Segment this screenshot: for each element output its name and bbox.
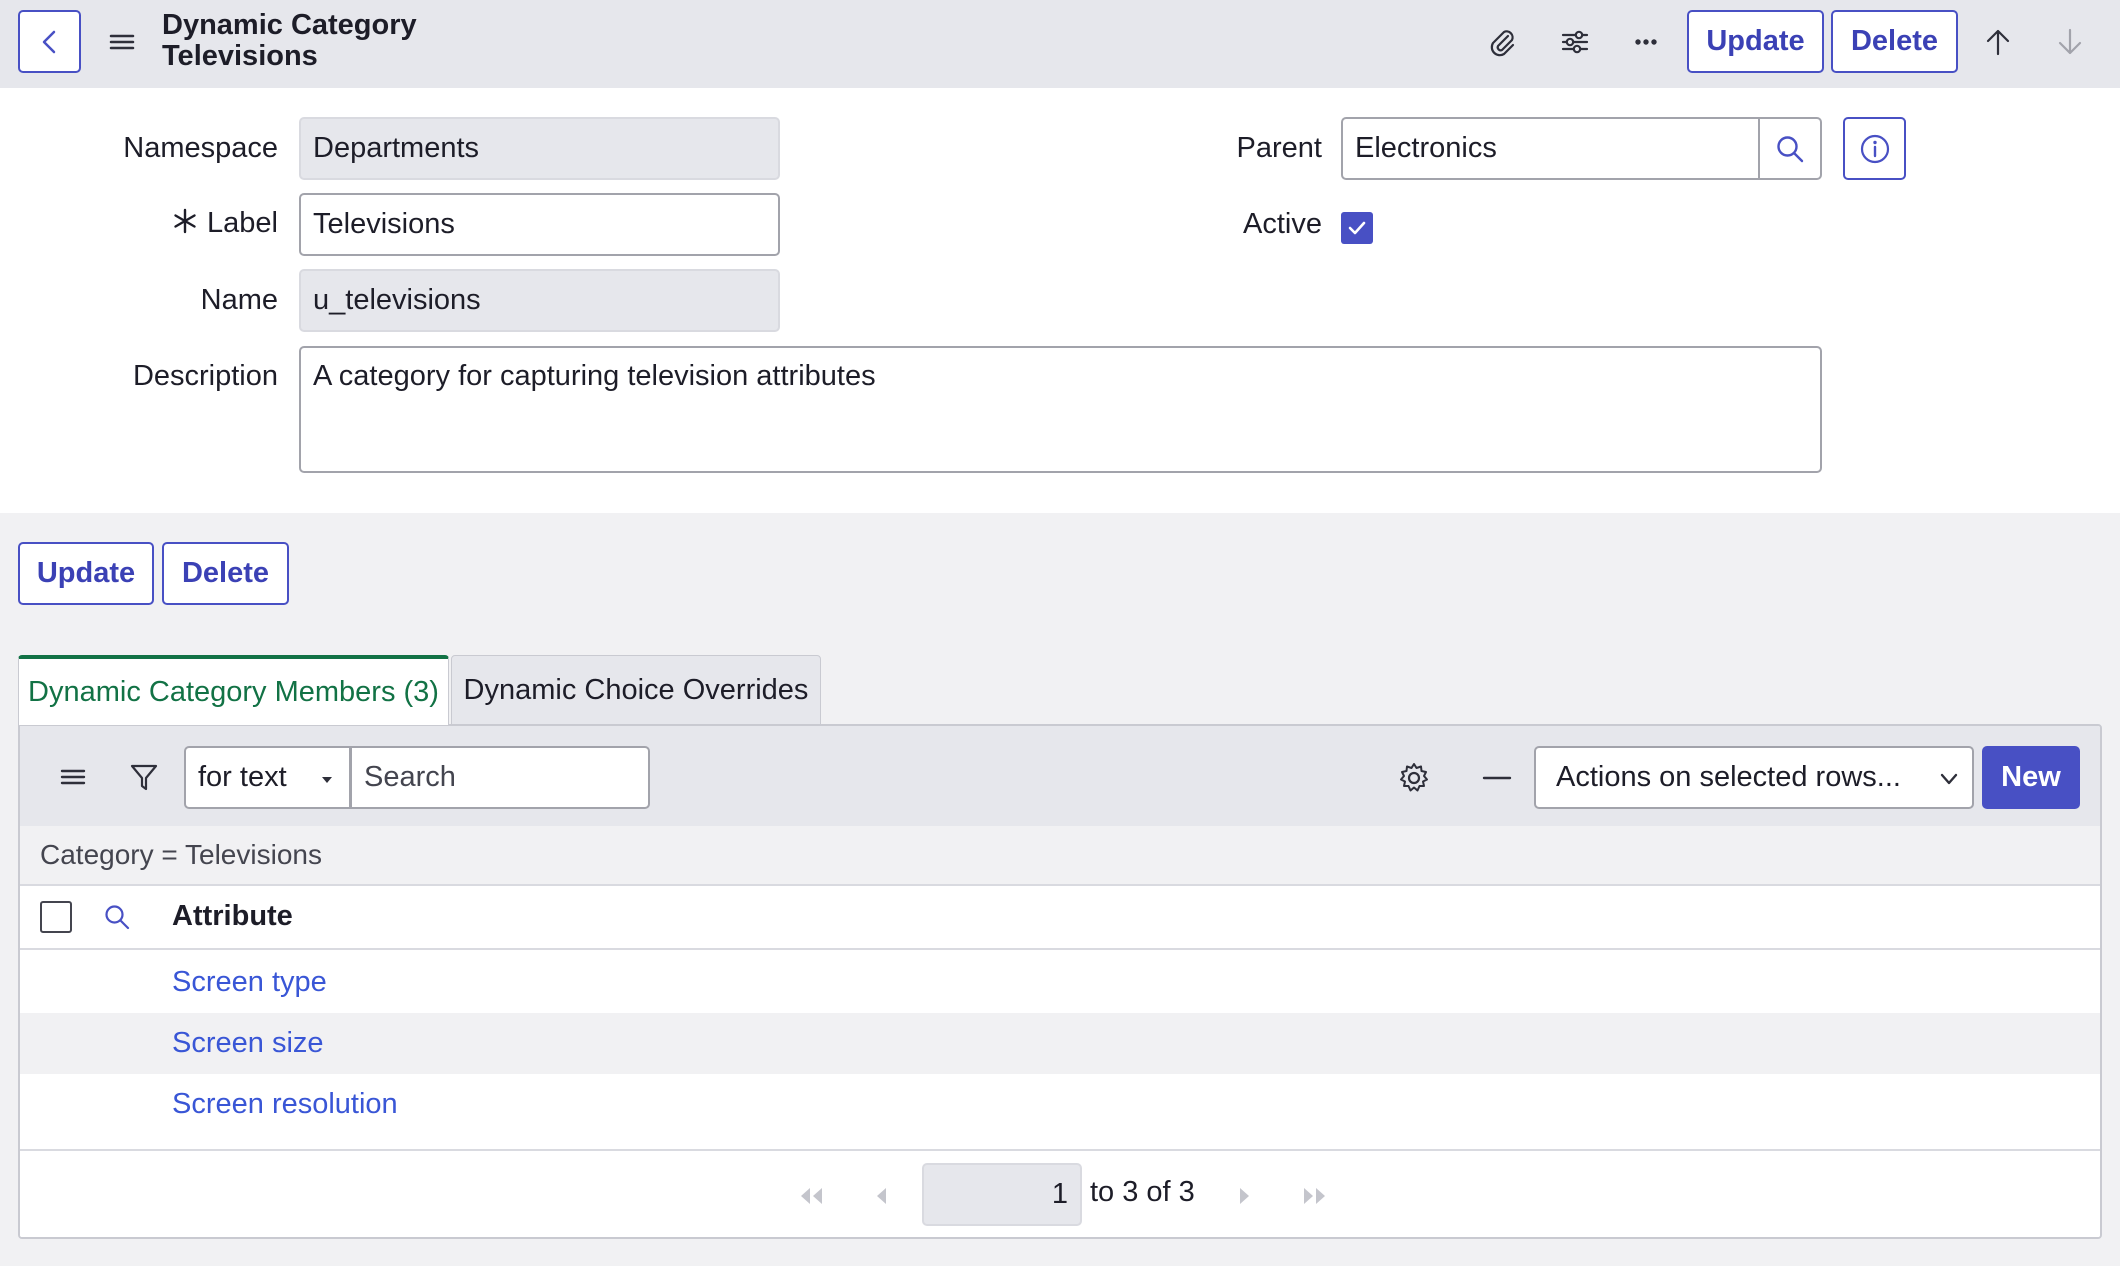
- filter-icon[interactable]: [128, 761, 160, 793]
- column-search-icon[interactable]: [103, 903, 131, 931]
- attribute-link[interactable]: Screen type: [172, 966, 327, 999]
- update-button[interactable]: Update: [18, 542, 154, 605]
- related-list-panel: for text Actions on selected rows... New: [18, 724, 2102, 1239]
- description-field[interactable]: A category for capturing television attr…: [299, 346, 1822, 473]
- arrow-down-icon[interactable]: [2048, 20, 2092, 64]
- next-page-icon[interactable]: [1234, 1184, 1254, 1208]
- description-label: Description: [132, 360, 278, 392]
- search-icon: [1777, 135, 1804, 162]
- checkmark-icon: [1348, 221, 1366, 235]
- attribute-column-header[interactable]: Attribute: [172, 900, 293, 933]
- gear-icon[interactable]: [1397, 761, 1431, 795]
- record-form: Namespace Departments Label Televisions …: [0, 88, 2120, 513]
- pagination-range: to 3 of 3: [1090, 1176, 1195, 1208]
- namespace-label: Namespace: [123, 132, 278, 164]
- list-menu-icon[interactable]: [58, 762, 88, 792]
- namespace-field: Departments: [299, 117, 780, 180]
- chevron-left-icon: [42, 30, 55, 53]
- previous-page-icon[interactable]: [872, 1184, 892, 1208]
- search-field-select-value: for text: [198, 761, 287, 793]
- new-button[interactable]: New: [1982, 746, 2080, 809]
- settings-sliders-icon[interactable]: [1553, 20, 1597, 64]
- form-header: Dynamic Category Televisions Update Dele…: [0, 0, 2120, 88]
- column-header-row: Attribute: [20, 886, 2100, 950]
- table-row: Screen size: [20, 1013, 2100, 1074]
- caret-down-icon: [322, 777, 332, 783]
- header-delete-button[interactable]: Delete: [1831, 10, 1958, 73]
- label-field[interactable]: Televisions: [299, 193, 780, 256]
- search-field-select[interactable]: for text: [184, 746, 351, 809]
- actions-select-value: Actions on selected rows...: [1556, 761, 1901, 793]
- actions-select[interactable]: Actions on selected rows...: [1534, 746, 1974, 809]
- label-label: Label: [207, 207, 278, 239]
- page-number-input[interactable]: 1: [922, 1163, 1082, 1226]
- delete-button[interactable]: Delete: [162, 542, 289, 605]
- table-row: Screen resolution: [20, 1074, 2100, 1135]
- tab-dynamic-category-members[interactable]: Dynamic Category Members (3): [18, 655, 449, 725]
- info-icon: [1860, 134, 1889, 163]
- more-options-icon[interactable]: [1624, 20, 1668, 64]
- back-button[interactable]: [18, 10, 81, 73]
- arrow-up-icon[interactable]: [1976, 20, 2020, 64]
- list-search-input[interactable]: [350, 746, 650, 809]
- pagination-bar: 1 to 3 of 3: [20, 1149, 2100, 1237]
- name-field: u_televisions: [299, 269, 780, 332]
- active-checkbox[interactable]: [1341, 212, 1373, 244]
- parent-label: Parent: [1236, 132, 1322, 164]
- title-line-table: Dynamic Category: [162, 9, 417, 41]
- required-marker-icon: [172, 208, 198, 234]
- attachment-icon[interactable]: [1480, 20, 1524, 64]
- select-all-checkbox[interactable]: [40, 901, 72, 933]
- attribute-link[interactable]: Screen size: [172, 1027, 324, 1060]
- chevron-down-icon: [1940, 773, 1958, 785]
- name-label: Name: [200, 284, 278, 316]
- table-row: Screen type: [20, 952, 2100, 1013]
- list-toolbar: for text Actions on selected rows... New: [20, 726, 2100, 826]
- parent-field[interactable]: Electronics: [1341, 117, 1760, 180]
- page-title: Dynamic Category Televisions: [162, 10, 417, 72]
- tab-dynamic-choice-overrides[interactable]: Dynamic Choice Overrides: [451, 655, 821, 725]
- title-line-record: Televisions: [162, 40, 318, 72]
- attribute-link[interactable]: Screen resolution: [172, 1088, 398, 1121]
- filter-text: Category = Televisions: [40, 839, 322, 870]
- first-page-icon[interactable]: [796, 1184, 826, 1208]
- header-update-button[interactable]: Update: [1687, 10, 1824, 73]
- context-menu-icon[interactable]: [108, 28, 136, 56]
- parent-info-button[interactable]: [1843, 117, 1906, 180]
- collapse-icon[interactable]: [1480, 766, 1514, 790]
- filter-breadcrumb[interactable]: Category = Televisions: [20, 826, 2100, 886]
- parent-lookup-button[interactable]: [1758, 117, 1822, 180]
- active-label: Active: [1243, 208, 1322, 240]
- last-page-icon[interactable]: [1300, 1184, 1330, 1208]
